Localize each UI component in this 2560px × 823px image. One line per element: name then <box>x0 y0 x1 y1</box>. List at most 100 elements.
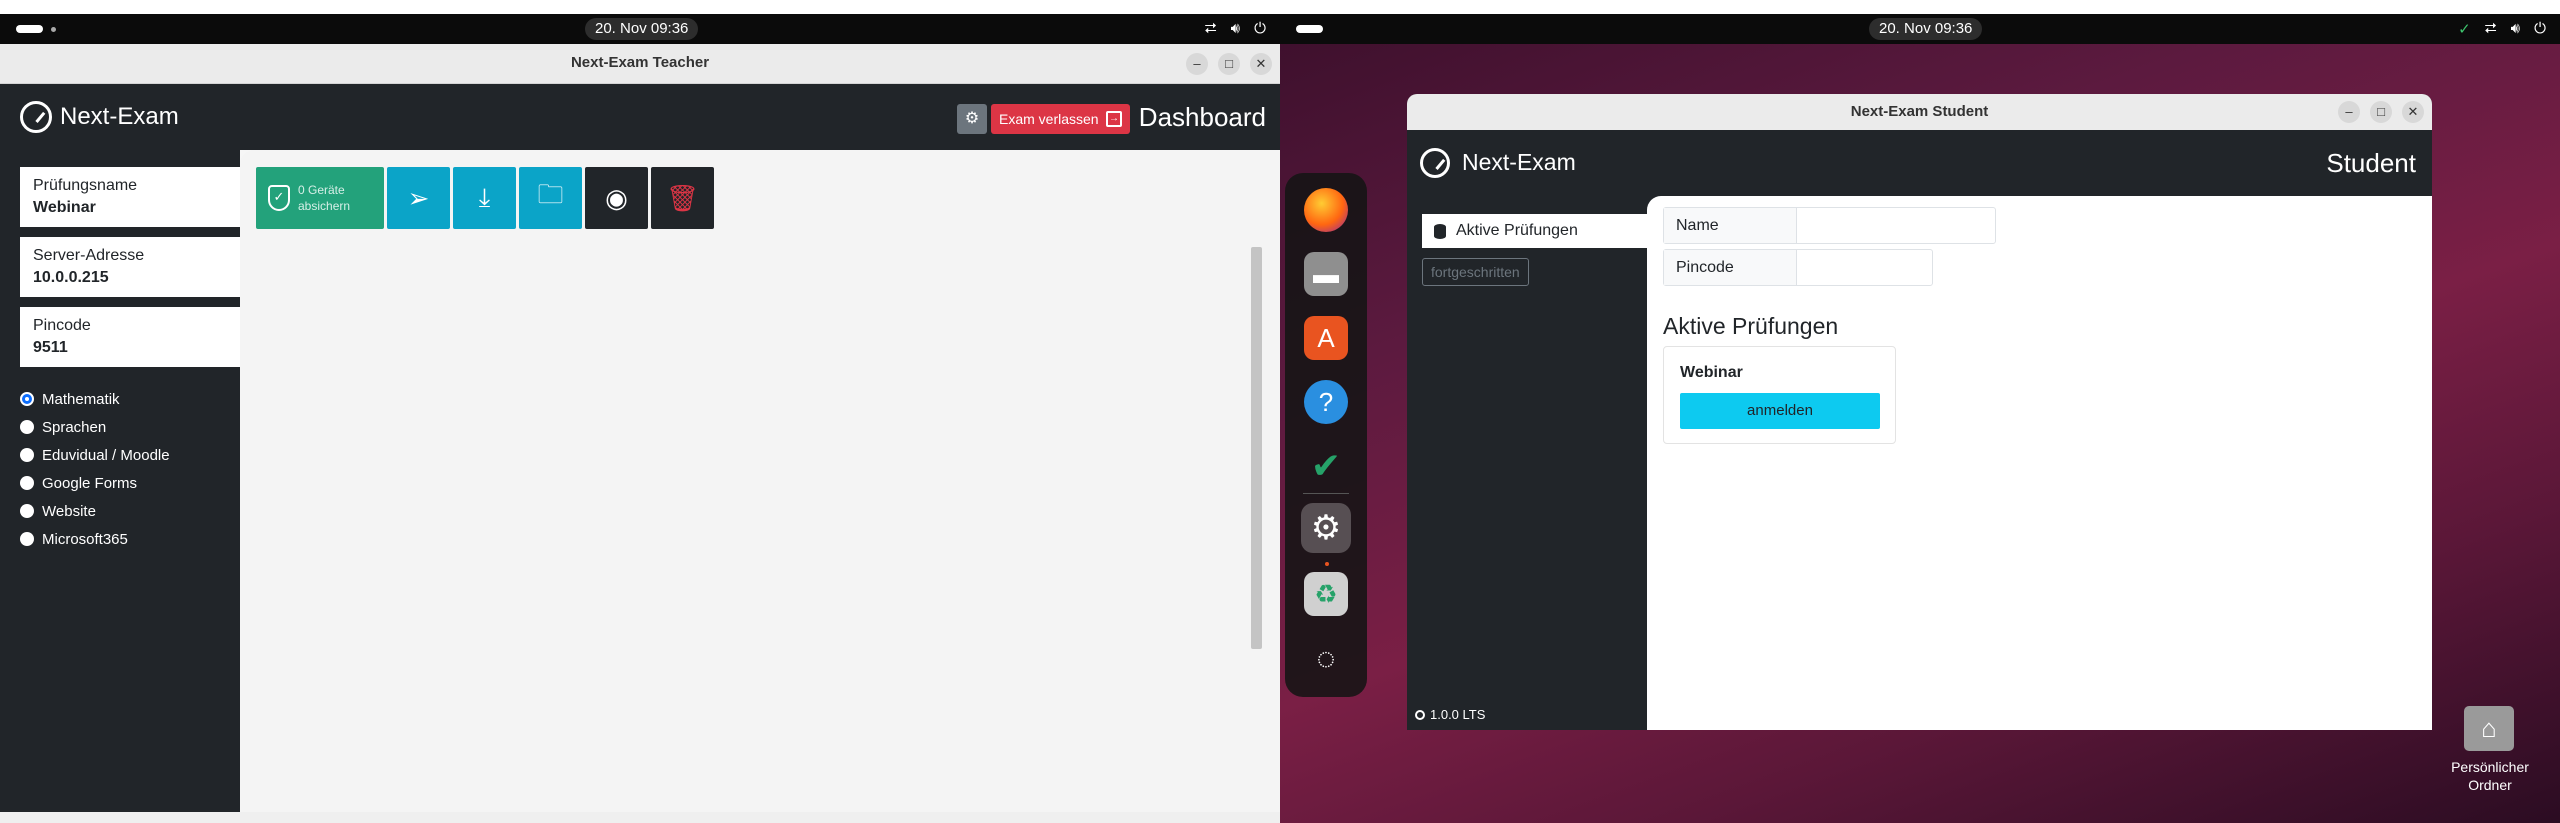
pincode-card: Pincode 9511 <box>20 307 250 367</box>
radio-unchecked[interactable] <box>20 504 34 518</box>
network-icon: ⮂ <box>1204 20 1217 37</box>
volume-icon: 🔊︎ <box>2510 20 2521 37</box>
teacher-titlebar[interactable]: Next-Exam Teacher – □ ✕ <box>0 44 1280 84</box>
pincode-field: Pincode <box>1663 249 1933 286</box>
firefox-icon <box>1304 188 1348 232</box>
folder-button[interactable]: 🗀 <box>519 167 582 229</box>
radio-unchecked[interactable] <box>20 532 34 546</box>
system-tray[interactable]: ⮂ 🔊︎ ⏻ <box>1205 20 1266 37</box>
dock-software[interactable]: A <box>1301 313 1351 363</box>
files-icon: ▬ <box>1304 252 1348 296</box>
secure-label-line2: absichern <box>298 199 351 213</box>
maximize-button[interactable]: □ <box>1218 53 1240 75</box>
student-main: Name Pincode Aktive Prüfungen Webinar an… <box>1647 196 2432 730</box>
secure-devices-button[interactable]: ✓ 0 Geräte absichern <box>256 167 384 229</box>
name-label: Name <box>1664 208 1797 243</box>
folder-icon: 🗀 <box>537 179 564 209</box>
radio-checked[interactable] <box>20 392 34 406</box>
active-exams-heading: Aktive Prüfungen <box>1663 313 1839 339</box>
speedometer-logo-icon <box>1420 148 1450 178</box>
dock-files[interactable]: ▬ <box>1301 249 1351 299</box>
database-icon <box>1434 223 1446 239</box>
mode-radio-google-forms[interactable]: Google Forms <box>20 473 137 493</box>
teacher-sidebar: Prüfungsname Webinar Server-Adresse 10.0… <box>0 150 250 823</box>
radio-unchecked[interactable] <box>20 476 34 490</box>
join-exam-button[interactable]: anmelden <box>1680 393 1880 429</box>
system-tray[interactable]: ✓ ⮂ 🔊︎ ⏻ <box>2458 20 2546 38</box>
app-logo-text: Next-Exam <box>1462 149 1576 175</box>
mode-radio-moodle[interactable]: Eduvidual / Moodle <box>20 445 170 465</box>
dock-firefox[interactable] <box>1301 185 1351 235</box>
download-button[interactable]: ⤓ <box>453 167 516 229</box>
info-icon <box>1415 709 1425 720</box>
student-screen: 20. Nov 09:36 ✓ ⮂ 🔊︎ ⏻ ▬ A ? ✔ ⚙ ♻ ◌ Nex… <box>1280 0 2560 823</box>
pincode-label: Pincode <box>1664 250 1797 285</box>
home-folder-icon: ⌂ <box>2464 705 2514 751</box>
minimize-button[interactable]: – <box>2338 101 2360 123</box>
scrollbar-thumb[interactable] <box>1251 247 1262 649</box>
nav-active-exams[interactable]: Aktive Prüfungen <box>1422 214 1662 248</box>
teacher-screen: 20. Nov 09:36 ⮂ 🔊︎ ⏻ Next-Exam Teacher –… <box>0 0 1280 823</box>
page-title: Dashboard <box>1138 102 1266 132</box>
home-folder-shortcut[interactable]: ⌂ <box>2457 703 2521 753</box>
student-window: Next-Exam Student – □ ✕ Next-Exam Studen… <box>1407 94 2432 730</box>
workspace-indicator[interactable] <box>1296 25 1323 33</box>
mode-radio-microsoft365[interactable]: Microsoft365 <box>20 529 128 549</box>
exam-name-label: Prüfungsname <box>33 177 138 194</box>
clock[interactable]: 20. Nov 09:36 <box>585 18 699 40</box>
exam-card: Webinar anmelden <box>1663 346 1896 444</box>
gear-icon: ⚙ <box>1310 509 1342 547</box>
name-input[interactable] <box>1797 208 1987 243</box>
mode-radio-mathematik[interactable]: Mathematik <box>20 389 120 409</box>
send-file-button[interactable]: ➢ <box>387 167 450 229</box>
dock-help[interactable]: ? <box>1301 377 1351 427</box>
paper-plane-icon: ➢ <box>407 182 430 213</box>
radio-unchecked[interactable] <box>20 448 34 462</box>
student-titlebar[interactable]: Next-Exam Student – □ ✕ <box>1407 94 2432 130</box>
delete-button[interactable]: 🗑 <box>651 167 714 229</box>
checkmark-app-icon: ✔ <box>1310 445 1342 486</box>
advanced-button[interactable]: fortgeschritten <box>1422 258 1529 286</box>
teacher-main: ✓ 0 Geräte absichern ➢ ⤓ 🗀 ◉ 🗑 <box>240 150 1280 823</box>
help-icon: ? <box>1304 380 1348 424</box>
trash-icon: 🗑 <box>665 182 699 213</box>
dock-next-exam[interactable]: ✔ <box>1301 441 1351 491</box>
maximize-button[interactable]: □ <box>2370 101 2392 123</box>
pincode-value: 9511 <box>33 339 68 356</box>
hide-button[interactable]: ◉ <box>585 167 648 229</box>
dock-trash[interactable]: ♻ <box>1301 569 1351 619</box>
eye-slash-icon: ◉ <box>605 182 628 213</box>
window-title: Next-Exam Student <box>1850 103 1989 120</box>
teacher-toolbar: ✓ 0 Geräte absichern ➢ ⤓ 🗀 ◉ 🗑 <box>256 167 714 229</box>
close-button[interactable]: ✕ <box>2402 101 2424 123</box>
server-address-card: Server-Adresse 10.0.0.215 <box>20 237 250 297</box>
exit-icon: → <box>1106 111 1122 127</box>
workspace-indicator[interactable] <box>16 25 43 33</box>
power-icon: ⏻ <box>2534 20 2546 37</box>
software-store-icon: A <box>1304 316 1348 360</box>
secure-label-line1: 0 Geräte <box>298 182 345 197</box>
server-address-label: Server-Adresse <box>33 247 145 264</box>
settings-button[interactable]: ⚙ <box>957 104 987 134</box>
role-title: Student <box>2326 148 2416 178</box>
checkmark-icon: ✓ <box>2458 21 2471 38</box>
server-address-value: 10.0.0.215 <box>33 269 109 286</box>
home-folder-label: Persönlicher Ordner <box>2451 759 2529 794</box>
exam-name-card: Prüfungsname Webinar <box>20 167 250 227</box>
minimize-button[interactable]: – <box>1186 53 1208 75</box>
pincode-label: Pincode <box>33 317 91 334</box>
name-field: Name <box>1663 207 1996 244</box>
radio-unchecked[interactable] <box>20 420 34 434</box>
app-logo-text: Next-Exam <box>60 103 179 130</box>
leave-exam-button[interactable]: Exam verlassen → <box>991 104 1130 134</box>
close-button[interactable]: ✕ <box>1250 53 1272 75</box>
mode-radio-website[interactable]: Website <box>20 501 96 521</box>
workspace-dot[interactable] <box>51 27 56 32</box>
pincode-input[interactable] <box>1797 250 1925 285</box>
dock-settings[interactable]: ⚙ <box>1301 503 1351 553</box>
gear-icon: ⚙ <box>964 110 980 127</box>
clock[interactable]: 20. Nov 09:36 <box>1869 18 1983 40</box>
shield-icon: ✓ <box>268 185 290 211</box>
mode-radio-sprachen[interactable]: Sprachen <box>20 417 106 437</box>
dock-apps[interactable]: ◌ <box>1301 633 1351 683</box>
